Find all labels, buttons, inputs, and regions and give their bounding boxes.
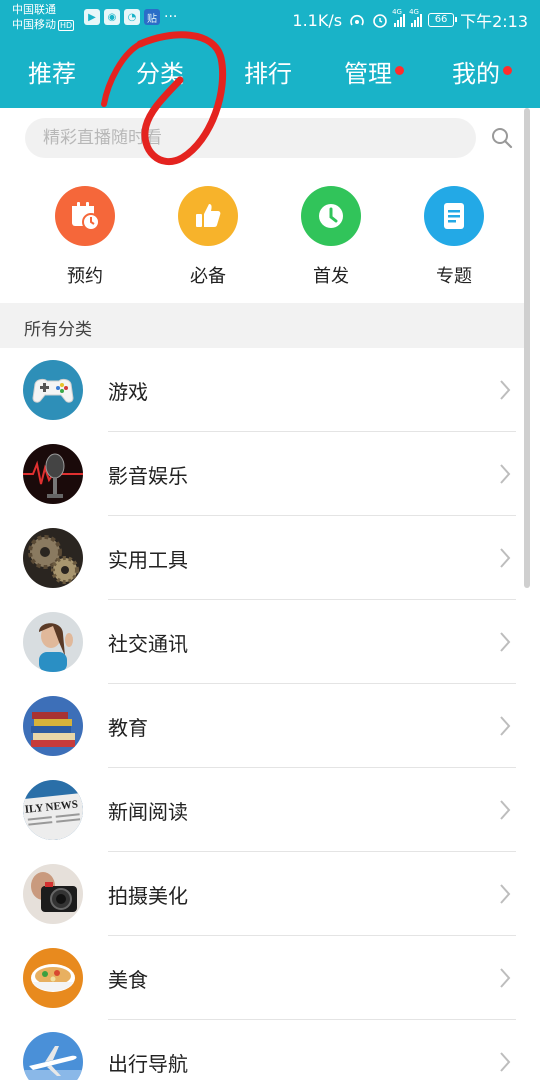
- chevron-right-icon: [500, 1052, 511, 1072]
- notification-dot: [395, 66, 404, 75]
- person-icon: [23, 612, 83, 672]
- scrollbar[interactable]: [524, 108, 530, 588]
- carrier-1: 中国联通: [12, 3, 56, 16]
- signal-icon: 4G: [409, 8, 423, 27]
- chevron-right-icon: [500, 632, 511, 652]
- category-list: 游戏 影音娱乐 实用工具 社交通讯 教育 ILY NEWS 新闻阅读 拍摄美化 …: [0, 348, 524, 1080]
- section-header-all-categories: 所有分类: [0, 303, 524, 348]
- category-item-news[interactable]: ILY NEWS 新闻阅读: [0, 768, 524, 852]
- document-icon: [424, 186, 484, 246]
- calendar-clock-icon: [55, 186, 115, 246]
- search-input[interactable]: 精彩直播随时看: [25, 118, 476, 158]
- microphone-icon: [23, 444, 83, 504]
- thumbs-up-icon: [178, 186, 238, 246]
- tab-category[interactable]: 分类: [136, 54, 184, 89]
- newspaper-icon: ILY NEWS: [23, 780, 83, 840]
- books-icon: [23, 696, 83, 756]
- tab-manage[interactable]: 管理: [344, 54, 404, 89]
- chevron-right-icon: [500, 884, 511, 904]
- status-bar: 中国联通 中国移动 HD ▶ ◉ ◔ 贴 ··· 1.1K/s 4G 4G 66 …: [0, 0, 540, 36]
- category-item-education[interactable]: 教育: [0, 684, 524, 768]
- clock-time: 下午2:13: [460, 12, 528, 31]
- category-item-games[interactable]: 游戏: [0, 348, 524, 432]
- chevron-right-icon: [500, 548, 511, 568]
- category-item-media[interactable]: 影音娱乐: [0, 432, 524, 516]
- quick-entry-debut[interactable]: 首发: [281, 186, 381, 288]
- battery-icon: 66: [428, 13, 458, 27]
- status-right: 1.1K/s 4G 4G 66 下午2:13: [292, 8, 528, 32]
- tieba-icon: 贴: [144, 9, 160, 25]
- chevron-right-icon: [500, 800, 511, 820]
- category-item-tools[interactable]: 实用工具: [0, 516, 524, 600]
- quick-entries: 预约 必备 首发 专题: [0, 186, 524, 296]
- carrier-info: 中国联通 中国移动 HD: [12, 2, 75, 32]
- hotspot-icon: [350, 14, 364, 26]
- app-header: 中国联通 中国移动 HD ▶ ◉ ◔ 贴 ··· 1.1K/s 4G 4G 66 …: [0, 0, 540, 108]
- quick-entry-topics[interactable]: 专题: [404, 186, 504, 288]
- food-bowl-icon: [23, 948, 83, 1008]
- quick-entry-reserve[interactable]: 预约: [35, 186, 135, 288]
- camera-icon: [23, 864, 83, 924]
- category-item-food[interactable]: 美食: [0, 936, 524, 1020]
- chevron-right-icon: [500, 968, 511, 988]
- alarm-icon: [373, 14, 387, 28]
- quick-entry-essential[interactable]: 必备: [158, 186, 258, 288]
- notification-icons: ▶ ◉ ◔ 贴 ···: [84, 9, 177, 25]
- hd-badge: HD: [58, 20, 75, 31]
- gears-icon: [23, 528, 83, 588]
- chevron-right-icon: [500, 380, 511, 400]
- weibo-icon: ◔: [124, 9, 140, 25]
- carrier-2: 中国移动: [12, 18, 56, 31]
- search-icon[interactable]: [490, 126, 514, 150]
- category-item-travel[interactable]: 出行导航: [0, 1020, 524, 1080]
- more-notifications-icon: ···: [164, 9, 178, 25]
- notification-icon: ▶: [84, 9, 100, 25]
- gamepad-icon: [23, 360, 83, 420]
- airplane-icon: [23, 1032, 83, 1080]
- notification-dot: [503, 66, 512, 75]
- clock-icon: [301, 186, 361, 246]
- top-tabs: 推荐 分类 排行 管理 我的: [0, 40, 540, 100]
- notification-icon: ◉: [104, 9, 120, 25]
- category-item-social[interactable]: 社交通讯: [0, 600, 524, 684]
- signal-icon: 4G: [392, 8, 406, 27]
- chevron-right-icon: [500, 464, 511, 484]
- tab-mine[interactable]: 我的: [452, 54, 512, 89]
- tab-recommend[interactable]: 推荐: [28, 54, 76, 89]
- network-speed: 1.1K/s: [292, 10, 343, 30]
- tab-ranking[interactable]: 排行: [244, 54, 292, 89]
- chevron-right-icon: [500, 716, 511, 736]
- category-item-photo[interactable]: 拍摄美化: [0, 852, 524, 936]
